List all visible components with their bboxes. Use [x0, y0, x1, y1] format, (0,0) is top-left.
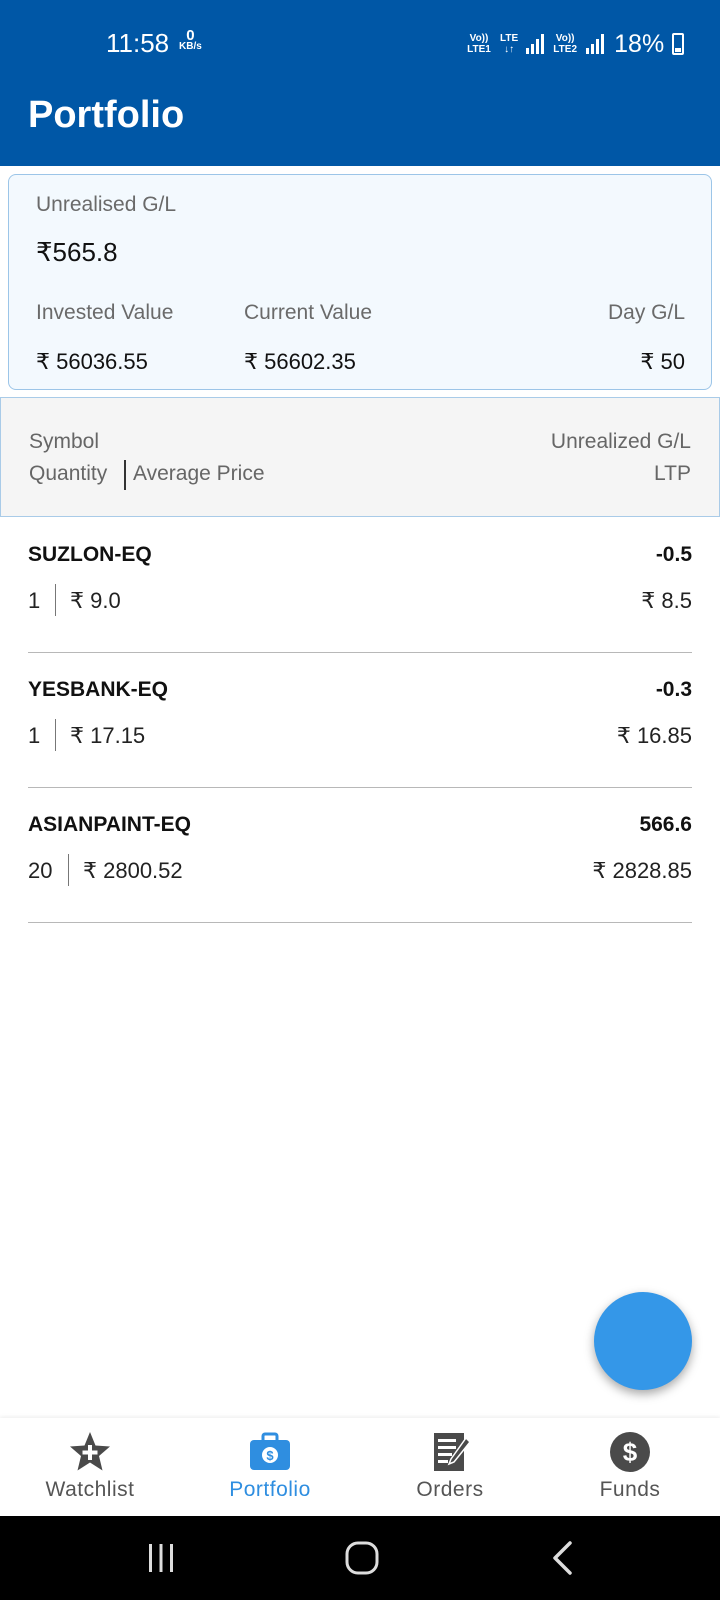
holding-quantity: 1	[28, 588, 41, 613]
holding-ltp: ₹ 8.5	[641, 588, 692, 613]
current-value-label: Current Value	[244, 301, 373, 324]
signal-2-icon	[586, 34, 605, 54]
battery-icon	[672, 33, 685, 55]
unrealised-gl-value: ₹565.8	[36, 237, 118, 267]
invested-value: ₹ 56036.55	[36, 349, 148, 374]
status-time: 11:58	[106, 28, 170, 58]
floating-action-button[interactable]	[594, 1292, 692, 1390]
sim2-volte-icon: Vo)) LTE2	[553, 33, 578, 55]
holding-average-price: ₹ 9.0	[70, 588, 121, 613]
day-gl-value: ₹ 50	[640, 349, 685, 374]
back-icon[interactable]	[550, 1540, 574, 1576]
document-edit-icon	[434, 1433, 472, 1471]
nav-portfolio[interactable]: $ Portfolio	[180, 1418, 360, 1516]
page-title: Portfolio	[28, 94, 185, 136]
holding-unrealized-gl: -0.3	[655, 678, 692, 701]
nav-orders[interactable]: Orders	[360, 1418, 540, 1516]
header-divider	[124, 460, 126, 490]
nav-funds[interactable]: $ Funds	[540, 1418, 720, 1516]
ltp-header: LTP	[654, 462, 691, 485]
holding-symbol: YESBANK-EQ	[28, 678, 169, 701]
holding-symbol: SUZLON-EQ	[28, 543, 152, 566]
holding-row-suzlon[interactable]: SUZLON-EQ -0.5 1 ₹ 9.0 ₹ 8.5	[28, 517, 692, 653]
holding-quantity: 1	[28, 723, 41, 748]
status-icons: Vo)) LTE1 LTE ↓↑ Vo)) LTE2 18%	[466, 29, 685, 58]
holding-symbol: ASIANPAINT-EQ	[28, 813, 191, 836]
star-plus-icon	[70, 1432, 110, 1471]
invested-value-label: Invested Value	[36, 301, 174, 324]
battery-percent: 18%	[614, 29, 665, 58]
sim1-volte-icon: Vo)) LTE1	[467, 33, 491, 55]
portfolio-summary-card: Unrealised G/L ₹565.8 Invested Value ₹ 5…	[8, 174, 712, 390]
recent-apps-icon[interactable]	[146, 1542, 176, 1574]
row-divider	[55, 719, 56, 751]
quantity-header: Quantity	[29, 462, 108, 485]
day-gl-label: Day G/L	[607, 301, 685, 324]
bottom-navigation: Watchlist $ Portfolio Orders $ Funds	[0, 1418, 720, 1516]
unrealized-gl-header: Unrealized G/L	[550, 430, 691, 453]
average-price-header: Average Price	[133, 462, 265, 485]
holding-ltp: ₹ 16.85	[616, 723, 692, 748]
row-divider	[68, 854, 69, 886]
dollar-circle-icon: $	[610, 1432, 650, 1472]
holding-row-asianpaint[interactable]: ASIANPAINT-EQ 566.6 20 ₹ 2800.52 ₹ 2828.…	[28, 787, 692, 923]
system-navigation-bar	[0, 1516, 720, 1600]
nav-label: Watchlist	[45, 1478, 135, 1501]
holding-unrealized-gl: -0.5	[655, 543, 692, 566]
svg-text:$: $	[266, 1448, 274, 1463]
holding-quantity: 20	[28, 858, 53, 883]
nav-watchlist[interactable]: Watchlist	[0, 1418, 180, 1516]
briefcase-dollar-icon: $	[250, 1432, 290, 1470]
holdings-table-header: Symbol Quantity Average Price Unrealized…	[0, 397, 720, 517]
holding-ltp: ₹ 2828.85	[592, 858, 692, 883]
home-icon[interactable]	[344, 1540, 380, 1576]
holding-unrealized-gl: 566.6	[639, 813, 692, 836]
app-header: 11:58 0 KB/s Vo)) LTE1 LTE ↓↑ Vo)) LTE2 1…	[0, 0, 720, 166]
nav-label: Orders	[416, 1478, 484, 1501]
unrealised-gl-label: Unrealised G/L	[36, 193, 177, 216]
current-value: ₹ 56602.35	[244, 349, 356, 374]
network-speed: 0 KB/s	[179, 27, 202, 52]
svg-text:$: $	[623, 1437, 638, 1467]
holding-average-price: ₹ 2800.52	[83, 858, 183, 883]
holding-row-yesbank[interactable]: YESBANK-EQ -0.3 1 ₹ 17.15 ₹ 16.85	[28, 652, 692, 788]
symbol-header: Symbol	[29, 430, 100, 453]
signal-1-icon	[526, 34, 545, 54]
nav-label: Funds	[599, 1478, 661, 1501]
lte-data-icon: LTE ↓↑	[500, 33, 519, 55]
row-divider	[55, 584, 56, 616]
holding-average-price: ₹ 17.15	[70, 723, 146, 748]
nav-label: Portfolio	[229, 1478, 311, 1501]
